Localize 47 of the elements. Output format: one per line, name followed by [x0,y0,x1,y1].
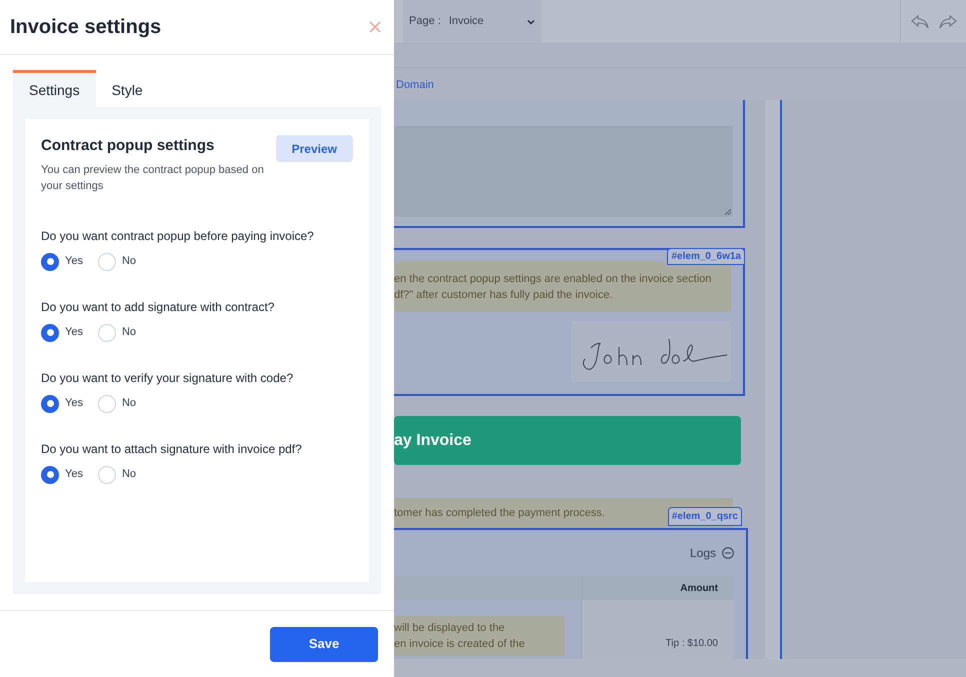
radio-button[interactable] [41,252,59,270]
note-text: en invoice is created of the [394,637,526,652]
tab[interactable]: Style [96,70,159,107]
page-value: Invoice [448,14,485,30]
note-text: tomer has completed the payment process. [394,506,605,521]
page-label: Page : [409,14,441,30]
radio-label: Yes [65,254,83,270]
question-label: Do you want to attach signature with invoice pdf? [41,440,303,458]
panel-title: Invoice settings [10,15,162,40]
redo-icon[interactable] [938,14,956,28]
note-text: en the contract popup settings are enabled on the invoice section [394,272,712,286]
radio-label: Yes [65,396,83,412]
element-tag: #elem_0_qsrc [668,507,742,526]
radio-label: No [122,467,136,482]
question-label: Do you want contract popup before paying invoice? [41,228,315,244]
pay-invoice-button[interactable]: ay Invoice [394,416,741,465]
radio-label: No [122,254,136,270]
radio-label: No [122,325,136,340]
resize-handle-icon[interactable] [725,209,731,215]
section-description: You can preview the contract popup based on your settings [41,162,265,194]
tip-amount: Tip : $10.00 [666,638,718,649]
tab[interactable]: Settings [13,70,96,107]
save-button[interactable]: Save [270,626,378,662]
question-label: Do you want to verify your signature with code? [41,370,294,386]
domain-link[interactable]: Domain [396,76,434,94]
note-text: df?" after customer has fully paid the invoice. [394,288,614,303]
note-text: will be displayed to the [394,620,506,636]
collapse-icon[interactable] [722,547,734,559]
radio-button[interactable] [41,324,59,342]
radio-button[interactable] [98,324,116,342]
logs-label: Logs [690,545,716,562]
close-icon[interactable] [368,20,382,34]
radio-label: No [122,396,136,412]
section-title: Contract popup settings [41,136,216,156]
radio-button[interactable] [98,252,116,270]
preview-button[interactable]: Preview [276,135,353,162]
radio-button[interactable] [98,394,116,412]
radio-button[interactable] [98,466,116,484]
question-label: Do you want to add signature with contract? [41,298,276,316]
radio-button[interactable] [41,466,59,484]
radio-label: Yes [65,325,83,340]
radio-label: Yes [65,467,83,482]
radio-button[interactable] [41,394,59,412]
element-tag: #elem_0_6w1a [667,248,745,265]
undo-icon[interactable] [910,14,928,28]
column-header: Amount [680,582,718,596]
page-dropdown[interactable]: Page : Invoice [403,0,542,43]
